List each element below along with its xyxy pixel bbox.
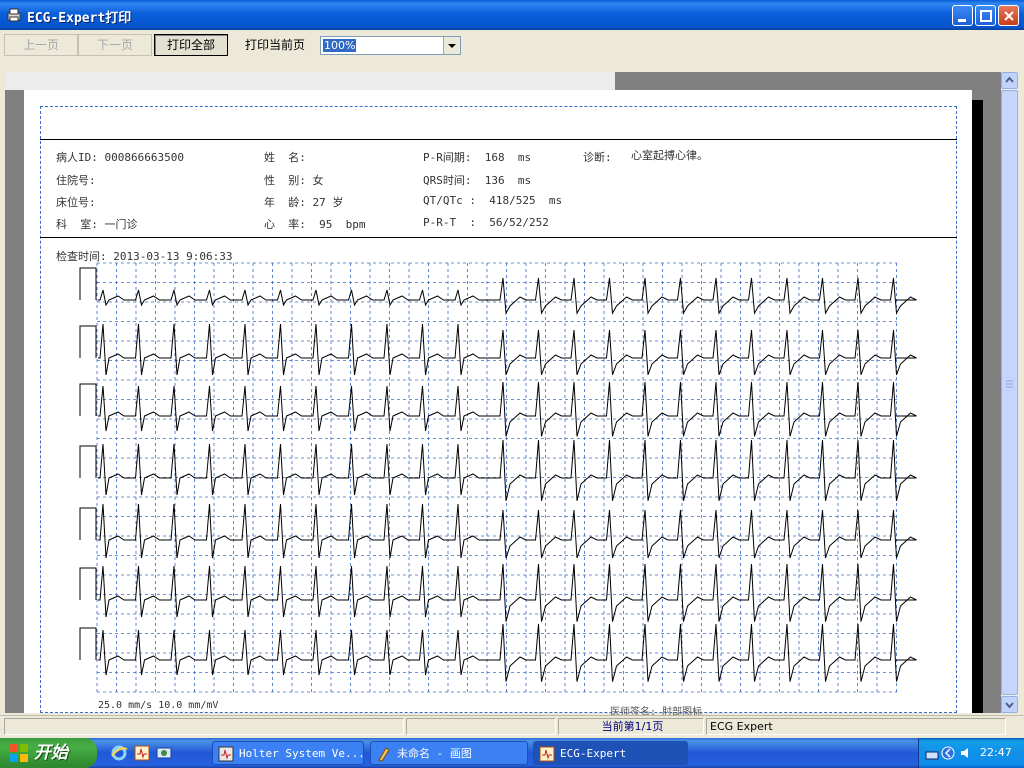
ecg-lead-trace <box>98 563 917 622</box>
task-label: 未命名 - 画图 <box>397 747 472 760</box>
ecg-app-quicklaunch-icon[interactable] <box>134 745 150 761</box>
scroll-thumb[interactable] <box>1001 90 1018 695</box>
chevron-up-icon <box>1005 76 1014 83</box>
calibration-pulse <box>79 567 97 600</box>
ecg-lead-trace <box>98 381 917 437</box>
network-icon[interactable] <box>925 746 939 760</box>
task-paint[interactable]: 未命名 - 画图 <box>370 741 528 765</box>
task-label: ECG-Expert <box>560 747 627 760</box>
ecg-app-icon <box>539 746 555 762</box>
app-name-status: ECG Expert <box>706 718 1006 735</box>
task-ecg-expert[interactable]: ECG-Expert <box>533 741 688 765</box>
taskbar: 开始 Holter System Ve... 未命名 - 画图 ECG-Expe… <box>0 738 1024 768</box>
start-label: 开始 <box>34 743 68 763</box>
ecg-grid <box>96 262 897 695</box>
calibration-pulse <box>79 445 97 478</box>
calibration-pulse <box>79 267 97 300</box>
start-button[interactable]: 开始 <box>0 738 97 768</box>
ecg-lead-trace <box>98 503 917 559</box>
desktop-icon[interactable] <box>156 745 172 761</box>
internet-explorer-icon[interactable] <box>110 744 128 762</box>
tray-expand-icon[interactable] <box>941 746 955 760</box>
status-cell-empty-2 <box>406 718 556 735</box>
ecg-tracing <box>79 262 917 695</box>
task-label: Holter System Ve... <box>239 747 364 760</box>
scroll-up-button[interactable] <box>1001 72 1018 89</box>
calibration-label: 25.0 mm/s 10.0 mm/mV <box>98 700 219 711</box>
status-cell-empty-1 <box>4 718 404 735</box>
page-info: 当前第1/1页 <box>558 718 704 735</box>
ecg-lead-trace <box>98 439 917 501</box>
windows-logo-icon <box>10 744 28 762</box>
holter-app-icon <box>218 746 234 762</box>
chevron-down-icon <box>1005 702 1014 709</box>
paint-app-icon <box>378 747 390 762</box>
clock: 22:47 <box>980 746 1012 759</box>
ecg-lead-trace <box>98 323 917 376</box>
calibration-pulse <box>79 383 97 416</box>
calibration-pulse <box>79 325 97 358</box>
vertical-scrollbar[interactable] <box>1001 72 1018 713</box>
calibration-pulse <box>79 627 97 660</box>
ecg-lead-trace <box>98 277 917 315</box>
calibration-pulse <box>79 507 97 540</box>
status-bar: 当前第1/1页 ECG Expert <box>0 715 1024 738</box>
volume-icon[interactable] <box>959 746 973 760</box>
task-holter[interactable]: Holter System Ve... <box>212 741 364 765</box>
scroll-down-button[interactable] <box>1001 696 1018 713</box>
